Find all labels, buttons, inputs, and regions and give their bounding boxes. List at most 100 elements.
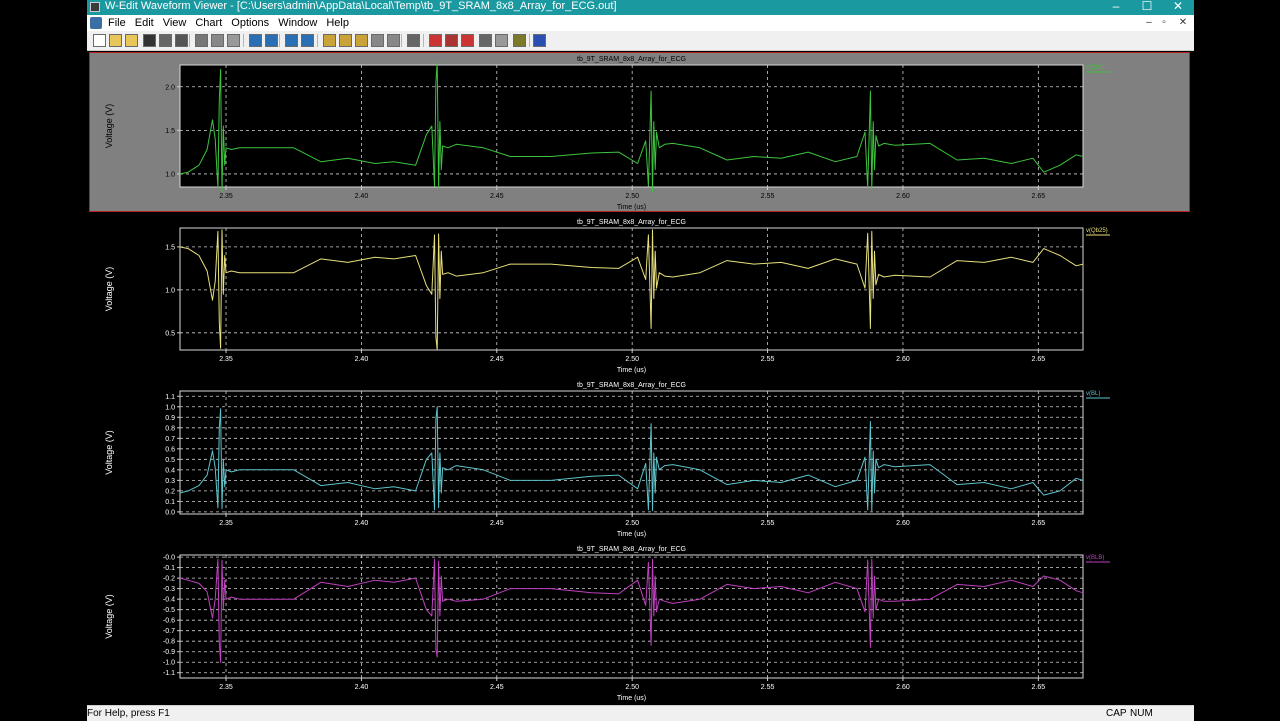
home-icon[interactable] [285,34,298,47]
chart-stack-icon[interactable] [387,34,400,47]
print-preview-icon[interactable] [175,34,188,47]
marker-icon[interactable] [461,34,474,47]
close-button[interactable]: ✕ [1164,0,1192,15]
play-icon[interactable] [479,34,492,47]
app-window: W-Edit Waveform Viewer - [C:\Users\admin… [87,0,1194,721]
title-bar: W-Edit Waveform Viewer - [C:\Users\admin… [87,0,1194,15]
zoom-fit-icon[interactable] [301,34,314,47]
x-tick-label: 2.60 [896,193,910,200]
plot-frame [179,227,1084,351]
x-tick-label: 2.50 [625,193,639,200]
toolbar [87,31,1194,51]
menu-chart[interactable]: Chart [194,15,228,31]
chart-paste-icon[interactable] [355,34,368,47]
chart-panel-1[interactable]: tb_9T_SRAM_8x8_Array_for_ECG 2.35 2.40 2.45… [87,51,1194,214]
chart-arrange-icon[interactable] [371,34,384,47]
copy-icon[interactable] [211,34,224,47]
plot-frame [179,64,1084,188]
x-tick-label: 2.65 [1032,356,1046,363]
pause-icon[interactable] [495,34,508,47]
menu-help[interactable]: Help [325,15,355,31]
mdi-restore-button[interactable]: ▫ [1158,16,1170,29]
toolbar-separator [189,34,190,47]
y-tick-label: 1.0 [165,404,175,411]
cursor-icon[interactable] [429,34,442,47]
chart-panel-3[interactable]: tb_9T_SRAM_8x8_Array_for_ECG 2.35 2.40 2.45… [87,377,1194,541]
menu-edit[interactable]: Edit [134,15,160,31]
y-tick-label: 0.9 [165,415,175,422]
maximize-button[interactable]: ☐ [1133,0,1161,15]
new-icon[interactable] [93,34,106,47]
x-tick-label: 2.50 [625,684,639,691]
x-axis-label: Time (us) [617,367,646,374]
cut-icon[interactable] [195,34,208,47]
chart-panel-2[interactable]: tb_9T_SRAM_8x8_Array_for_ECG 2.35 2.40 2.45… [87,214,1194,377]
minimize-button[interactable]: – [1102,0,1130,15]
menu-view[interactable]: View [162,15,193,31]
x-tick-label: 2.60 [896,684,910,691]
y-tick-label: 0.5 [165,457,175,464]
x-tick-label: 2.35 [219,356,233,363]
x-tick-label: 2.55 [761,684,775,691]
y-axis-label: Voltage (V) [104,430,114,475]
tile-icon[interactable] [249,34,262,47]
y-tick-label: 1.0 [165,171,175,178]
x-tick-label: 2.55 [761,193,775,200]
status-help-text: For Help, press F1 [87,708,170,719]
y-tick-label: 0.3 [165,478,175,485]
y-tick-label: 0.7 [165,436,175,443]
legend-label[interactable]: v(Q00) [1086,65,1104,71]
x-axis-label: Time (us) [617,204,646,211]
chart-title: tb_9T_SRAM_8x8_Array_for_ECG [577,56,686,63]
document-icon[interactable] [90,17,102,29]
plot-area: tb_9T_SRAM_8x8_Array_for_ECG 2.35 2.40 2.45… [87,51,1194,705]
legend-label[interactable]: v(BL) [1086,391,1100,397]
menu-window[interactable]: Window [277,15,323,31]
plot-frame [179,554,1084,679]
x-tick-label: 2.55 [761,356,775,363]
y-tick-label: -0.3 [163,586,175,593]
menu-options[interactable]: Options [230,15,275,31]
book-icon[interactable] [533,34,546,47]
y-axis-label: Voltage (V) [104,594,114,639]
x-tick-label: 2.40 [355,193,369,200]
y-tick-label: -0.1 [163,565,175,572]
y-axis-label: Voltage (V) [104,267,114,312]
x-tick-label: 2.50 [625,356,639,363]
y-tick-label: 1.0 [165,287,175,294]
x-tick-label: 2.45 [490,193,504,200]
x-axis-label: Time (us) [617,695,646,702]
x-tick-label: 2.60 [896,356,910,363]
text-label-icon[interactable] [407,34,420,47]
chart-panel-4[interactable]: tb_9T_SRAM_8x8_Array_for_ECG 2.35 2.40 2.45… [87,541,1194,705]
y-tick-label: 0.1 [165,499,175,506]
mdi-close-button[interactable]: ✕ [1177,16,1189,29]
mdi-minimize-button[interactable]: – [1143,16,1155,29]
print-icon[interactable] [159,34,172,47]
y-tick-label: 0.4 [165,467,175,474]
cascade-icon[interactable] [265,34,278,47]
x-tick-label: 2.45 [490,356,504,363]
chart-blb[interactable]: tb_9T_SRAM_8x8_Array_for_ECG 2.35 2.40 2.45… [87,541,1194,705]
x-tick-label: 2.35 [219,193,233,200]
num-lock-indicator: NUM [1130,708,1153,719]
save-icon[interactable] [143,34,156,47]
chart-bl[interactable]: tb_9T_SRAM_8x8_Array_for_ECG 2.35 2.40 2.45… [87,377,1194,541]
open-multiple-icon[interactable] [125,34,138,47]
chart-q00[interactable]: tb_9T_SRAM_8x8_Array_for_ECG 2.35 2.40 2.45… [87,51,1194,214]
settings-icon[interactable] [513,34,526,47]
chart-qb25[interactable]: tb_9T_SRAM_8x8_Array_for_ECG 2.35 2.40 2.45… [87,214,1194,377]
toolbar-separator [243,34,244,47]
menu-file[interactable]: File [107,15,132,31]
chart-add-icon[interactable] [323,34,336,47]
toolbar-separator [317,34,318,47]
chart-copy-icon[interactable] [339,34,352,47]
y-tick-label: -1.0 [163,660,175,667]
measure-icon[interactable] [445,34,458,47]
paste-icon[interactable] [227,34,240,47]
legend-label[interactable]: v(BLB) [1086,555,1104,561]
y-tick-label: -0.0 [163,555,175,562]
open-icon[interactable] [109,34,122,47]
legend-label[interactable]: v(Qb25) [1086,228,1108,234]
status-bar: For Help, press F1 CAP NUM [87,705,1194,721]
